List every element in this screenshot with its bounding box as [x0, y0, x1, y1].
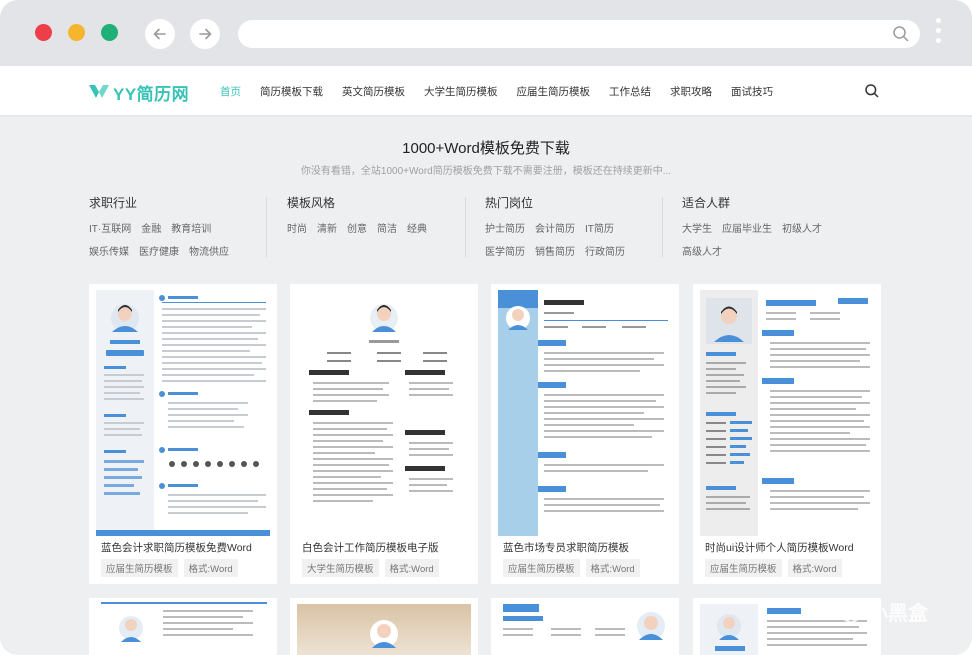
divider	[662, 197, 663, 257]
template-card[interactable]	[89, 598, 277, 655]
template-thumbnail	[297, 604, 471, 655]
filter-title: 热门岗位	[485, 196, 534, 210]
filter-option[interactable]: 时尚	[287, 220, 307, 235]
filter-option[interactable]: 大学生	[682, 220, 712, 235]
search-icon[interactable]	[892, 25, 910, 43]
template-thumbnail	[101, 602, 267, 655]
template-card[interactable]	[290, 598, 478, 655]
filter-option[interactable]: IT·互联网	[89, 220, 131, 235]
template-title[interactable]: 白色会计工作简历模板电子版	[302, 540, 439, 555]
filter-option[interactable]: 初级人才	[782, 220, 822, 235]
nav-graduate-templates[interactable]: 应届生简历模板	[517, 84, 591, 99]
template-tag[interactable]: 应届生简历模板	[101, 559, 178, 577]
filter-audience: 适合人群 大学生 应届毕业生 初级人才 高级人才	[682, 194, 832, 258]
nav-resume-templates[interactable]: 简历模板下载	[260, 84, 323, 99]
filter-title: 适合人群	[682, 196, 731, 210]
nav-interview-tips[interactable]: 面试技巧	[731, 84, 773, 99]
template-card[interactable]: 白色会计工作简历模板电子版 大学生简历模板 格式:Word	[290, 284, 478, 584]
template-format: 格式:Word	[787, 559, 842, 577]
template-tag[interactable]: 应届生简历模板	[705, 559, 782, 577]
maximize-window-button[interactable]	[101, 24, 118, 41]
template-thumbnail[interactable]	[297, 290, 471, 536]
nav-english-templates[interactable]: 英文简历模板	[342, 84, 405, 99]
divider	[465, 197, 466, 257]
browser-window: YY简历网 首页 简历模板下载 英文简历模板 大学生简历模板 应届生简历模板 工…	[0, 0, 972, 655]
template-thumbnail[interactable]	[96, 290, 270, 536]
nav-work-summary[interactable]: 工作总结	[609, 84, 651, 99]
template-tag[interactable]: 应届生简历模板	[503, 559, 580, 577]
template-card[interactable]: 蓝色市场专员求职简历模板 应届生简历模板 格式:Word	[491, 284, 679, 584]
filter-option[interactable]: 创意	[347, 220, 367, 235]
template-thumbnail[interactable]	[498, 290, 672, 536]
filter-option[interactable]: 医疗健康	[139, 243, 179, 258]
page-subtitle: 你没有看错，全站1000+Word简历模板免费下载不需要注册，模板还在持续更新中…	[300, 166, 672, 177]
close-window-button[interactable]	[35, 24, 52, 41]
forward-button[interactable]	[190, 19, 220, 49]
browser-toolbar	[0, 0, 972, 66]
main-content: 1000+Word模板免费下载 你没有看错，全站1000+Word简历模板免费下…	[0, 117, 972, 655]
logo-icon	[89, 85, 109, 98]
watermark: 小黑盒	[838, 597, 928, 626]
filter-option[interactable]: 医学简历	[485, 243, 525, 258]
filter-industry: 求职行业 IT·互联网 金融 教育培训 娱乐传媒 医疗健康 物流供应	[89, 194, 239, 258]
template-card[interactable]	[491, 598, 679, 655]
template-thumbnail[interactable]	[700, 290, 874, 536]
search-icon[interactable]	[864, 83, 880, 99]
filter-option[interactable]: 清新	[317, 220, 337, 235]
template-format: 格式:Word	[585, 559, 640, 577]
template-card[interactable]: 蓝色会计求职简历模板免费Word 应届生简历模板 格式:Word	[89, 284, 277, 584]
nav-college-templates[interactable]: 大学生简历模板	[424, 84, 498, 99]
filter-option[interactable]: 娱乐传媒	[89, 243, 129, 258]
filter-option[interactable]: 物流供应	[189, 243, 229, 258]
template-tag[interactable]: 大学生简历模板	[302, 559, 379, 577]
filter-option[interactable]: 经典	[407, 220, 427, 235]
filter-option[interactable]: IT简历	[585, 220, 614, 235]
more-options-icon[interactable]	[934, 18, 942, 50]
filter-option[interactable]: 简洁	[377, 220, 397, 235]
filter-option[interactable]: 会计简历	[535, 220, 575, 235]
filter-popular-jobs: 热门岗位 护士简历 会计简历 IT简历 医学简历 销售简历 行政简历	[485, 194, 635, 258]
template-title[interactable]: 蓝色市场专员求职简历模板	[503, 540, 629, 555]
filter-option[interactable]: 教育培训	[171, 220, 211, 235]
minimize-window-button[interactable]	[68, 24, 85, 41]
template-title[interactable]: 蓝色会计求职简历模板免费Word	[101, 540, 252, 555]
template-format: 格式:Word	[183, 559, 238, 577]
site-header: YY简历网 首页 简历模板下载 英文简历模板 大学生简历模板 应届生简历模板 工…	[0, 66, 972, 116]
back-button[interactable]	[145, 19, 175, 49]
template-thumbnail	[503, 604, 665, 640]
filter-option[interactable]: 销售简历	[535, 243, 575, 258]
filter-option[interactable]: 行政简历	[585, 243, 625, 258]
filter-option[interactable]: 金融	[141, 220, 161, 235]
filter-option[interactable]: 应届毕业生	[722, 220, 772, 235]
filter-style: 模板风格 时尚 清新 创意 简洁 经典	[287, 194, 437, 258]
watermark-text: 小黑盒	[868, 603, 928, 625]
site-logo[interactable]: YY简历网	[88, 79, 189, 105]
arrow-left-icon	[153, 28, 166, 40]
watermark-logo-icon	[839, 599, 863, 624]
address-bar[interactable]	[238, 20, 920, 48]
filter-option[interactable]: 高级人才	[682, 243, 722, 258]
nav-home[interactable]: 首页	[220, 84, 241, 99]
logo-text: YY简历网	[113, 84, 190, 104]
main-nav: 首页 简历模板下载 英文简历模板 大学生简历模板 应届生简历模板 工作总结 求职…	[220, 66, 792, 116]
filter-title: 求职行业	[89, 196, 138, 210]
template-title[interactable]: 时尚ui设计师个人简历模板Word	[705, 540, 854, 555]
divider	[266, 197, 267, 257]
page-title: 1000+Word模板免费下载	[402, 140, 570, 157]
filter-title: 模板风格	[287, 196, 336, 210]
filter-option[interactable]: 护士简历	[485, 220, 525, 235]
template-format: 格式:Word	[384, 559, 439, 577]
nav-job-tips[interactable]: 求职攻略	[670, 84, 712, 99]
template-card[interactable]: 时尚ui设计师个人简历模板Word 应届生简历模板 格式:Word	[693, 284, 881, 584]
arrow-right-icon	[199, 28, 212, 40]
